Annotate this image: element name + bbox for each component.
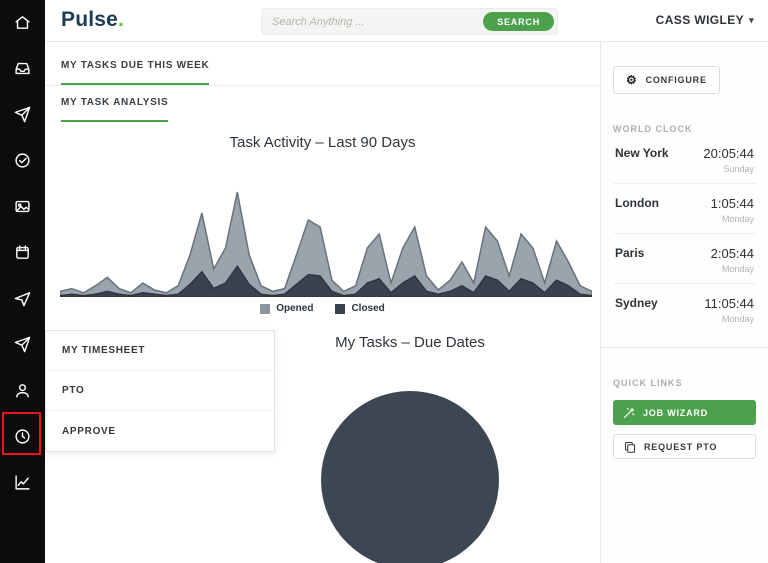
left-sidebar xyxy=(0,0,45,563)
configure-label: CONFIGURE xyxy=(645,75,707,85)
user-menu[interactable]: CASS WIGLEY ▾ xyxy=(656,13,754,27)
request-pto-label: REQUEST PTO xyxy=(644,441,718,452)
job-wizard-button[interactable]: JOB WIZARD xyxy=(613,400,756,425)
logo-text: Pulse xyxy=(61,8,119,31)
logo-dot: . xyxy=(118,8,125,31)
search-bar: SEARCH xyxy=(261,8,558,35)
app-logo[interactable]: Pulse. xyxy=(61,8,124,32)
clock-row-london: London 1:05:44 Monday xyxy=(613,184,756,234)
magic-wand-icon xyxy=(623,407,635,419)
legend-item-opened: Opened xyxy=(260,303,313,314)
menu-item-my-timesheet[interactable]: MY TIMESHEET xyxy=(46,331,274,371)
tab-my-tasks-due-this-week[interactable]: MY TASKS DUE THIS WEEK xyxy=(61,60,210,85)
city-time: 1:05:44 xyxy=(710,196,754,211)
clock-row-sydney: Sydney 11:05:44 Monday xyxy=(613,284,756,333)
city-time: 11:05:44 xyxy=(704,296,754,311)
image-icon[interactable] xyxy=(14,197,32,215)
city-time: 20:05:44 xyxy=(703,146,754,161)
right-sidebar: ⚙ CONFIGURE WORLD CLOCK New York 20:05:4… xyxy=(600,42,768,563)
opened-swatch xyxy=(260,303,271,314)
menu-item-pto[interactable]: PTO xyxy=(46,371,274,411)
configure-button[interactable]: ⚙ CONFIGURE xyxy=(613,66,720,94)
send-icon[interactable] xyxy=(14,105,32,123)
task-analysis-tab-row: MY TASK ANALYSIS xyxy=(45,86,600,122)
check-circle-icon[interactable] xyxy=(14,151,32,169)
city-day: Monday xyxy=(721,214,754,224)
legend-label-opened: Opened xyxy=(276,303,314,314)
pie-chart xyxy=(321,391,499,563)
user-icon[interactable] xyxy=(14,381,32,399)
job-wizard-label: JOB WIZARD xyxy=(643,407,708,418)
gear-icon: ⚙ xyxy=(626,73,638,87)
closed-swatch xyxy=(335,303,346,314)
inbox-icon[interactable] xyxy=(14,59,32,77)
city-name: Sydney xyxy=(615,296,658,310)
pie-section: My Tasks – Due Dates xyxy=(220,334,600,563)
tasks-due-tab-row: MY TASKS DUE THIS WEEK xyxy=(45,42,600,86)
chart-legend: Opened Closed xyxy=(45,303,600,314)
city-day: Sunday xyxy=(723,164,754,174)
city-day: Monday xyxy=(721,264,754,274)
city-time: 2:05:44 xyxy=(710,246,754,261)
rocket-icon[interactable] xyxy=(14,335,32,353)
menu-item-approve[interactable]: APPROVE xyxy=(46,411,274,451)
search-input[interactable] xyxy=(272,9,472,34)
calendar-icon[interactable] xyxy=(14,243,32,261)
request-pto-button[interactable]: REQUEST PTO xyxy=(613,434,756,459)
pie-chart-title: My Tasks – Due Dates xyxy=(335,334,485,351)
area-chart-title: Task Activity – Last 90 Days xyxy=(229,134,416,151)
copy-document-icon xyxy=(624,441,636,453)
top-header: Pulse. SEARCH CASS WIGLEY ▾ xyxy=(45,0,768,42)
app-window: Pulse. SEARCH CASS WIGLEY ▾ MY TASKS DUE… xyxy=(0,0,768,563)
tab-my-task-analysis[interactable]: MY TASK ANALYSIS xyxy=(61,97,169,122)
legend-label-closed: Closed xyxy=(351,303,385,314)
clock-icon[interactable] xyxy=(14,427,32,445)
main-content: MY TASKS DUE THIS WEEK MY TASK ANALYSIS … xyxy=(45,42,600,563)
city-name: Paris xyxy=(615,246,645,260)
user-name: CASS WIGLEY xyxy=(655,13,745,27)
world-clock-heading: WORLD CLOCK xyxy=(613,124,693,134)
city-name: New York xyxy=(615,146,669,160)
clock-row-new-york: New York 20:05:44 Sunday xyxy=(613,134,756,184)
clock-row-paris: Paris 2:05:44 Monday xyxy=(613,234,756,284)
search-button[interactable]: SEARCH xyxy=(483,12,554,31)
chart-icon[interactable] xyxy=(14,473,32,491)
home-icon[interactable] xyxy=(14,13,32,31)
nav-dropdown-menu: MY TIMESHEET PTO APPROVE xyxy=(45,330,275,452)
panel-divider xyxy=(601,347,768,348)
area-chart xyxy=(60,191,592,297)
city-day: Monday xyxy=(721,314,754,324)
plane-icon[interactable] xyxy=(14,289,32,307)
legend-item-closed: Closed xyxy=(335,303,385,314)
quick-links-heading: QUICK LINKS xyxy=(613,378,683,388)
chevron-down-icon: ▾ xyxy=(749,14,754,25)
city-name: London xyxy=(615,196,659,210)
